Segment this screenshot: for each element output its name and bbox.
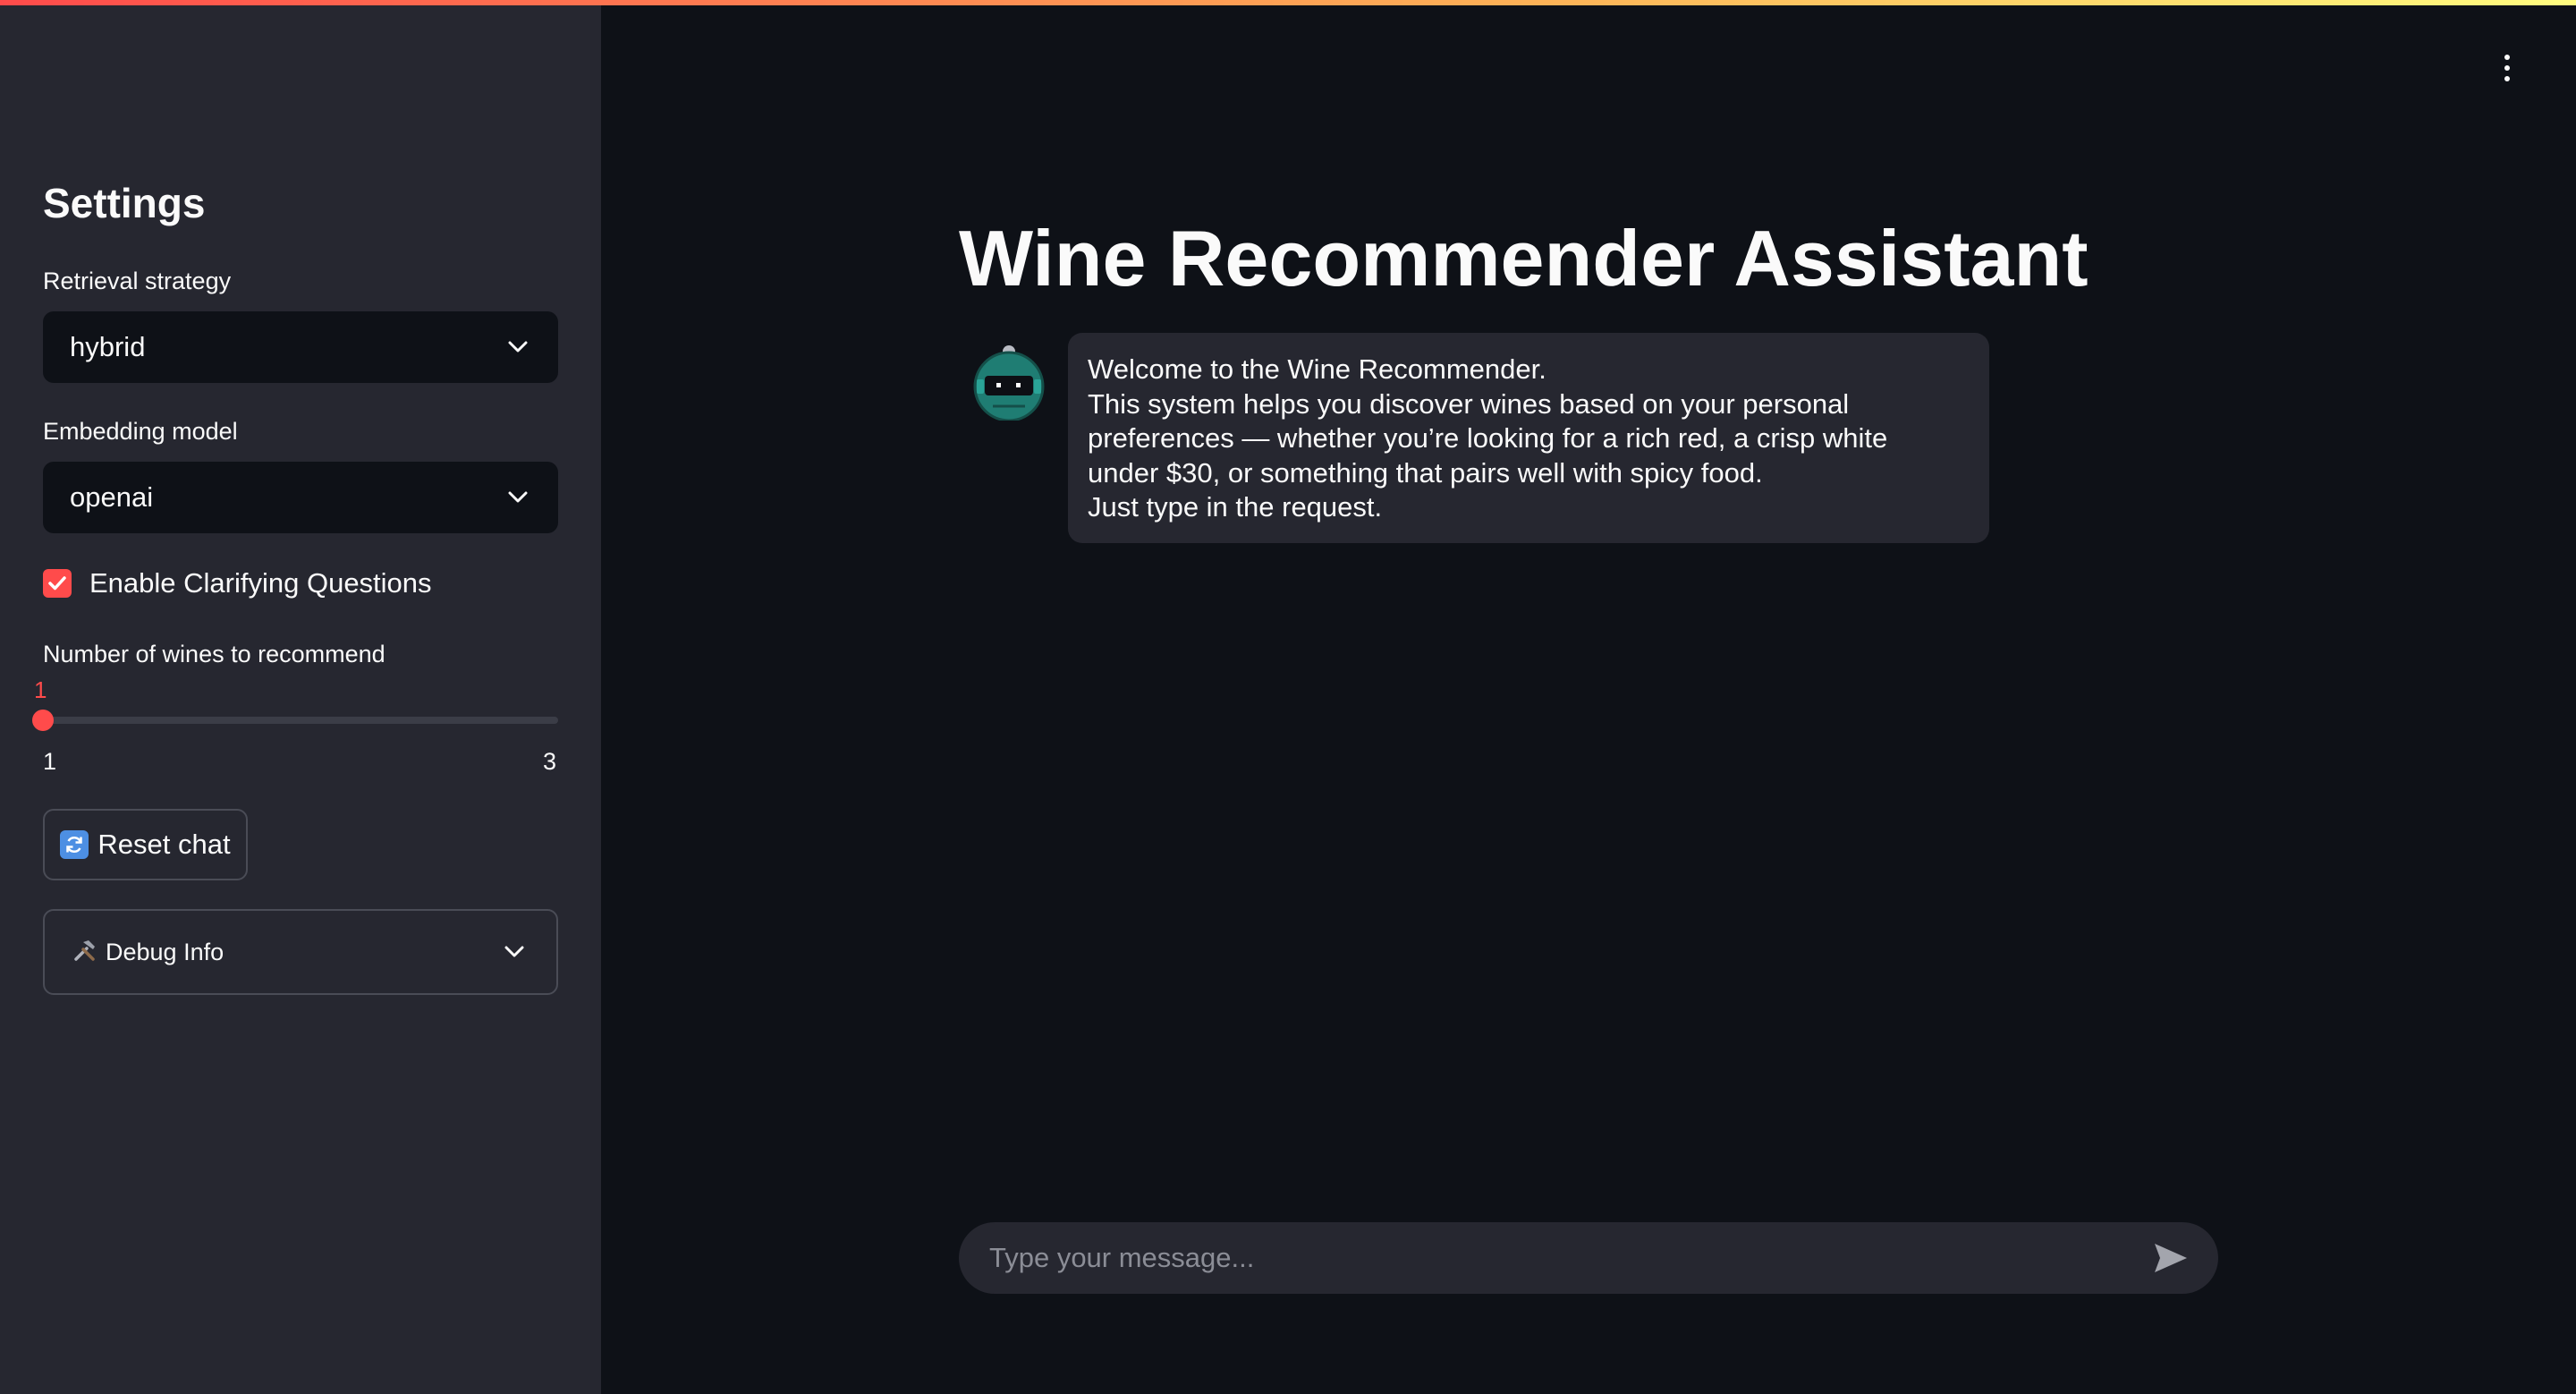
more-vertical-icon — [2504, 55, 2510, 60]
welcome-line: Just type in the request. — [1088, 491, 1383, 523]
embedding-model-label: Embedding model — [43, 418, 238, 445]
slider-current-value: 1 — [34, 676, 47, 703]
debug-info-expander[interactable]: Debug Info — [43, 909, 558, 995]
debug-info-label: Debug Info — [106, 938, 225, 965]
wine-count-label: Number of wines to recommend — [43, 641, 386, 667]
embedding-model-value: openai — [70, 481, 154, 513]
clarifying-questions-checkbox[interactable] — [43, 569, 72, 598]
top-decoration-bar — [0, 0, 2576, 5]
welcome-line: Welcome to the Wine Recommender. — [1088, 353, 1546, 385]
sidebar-title: Settings — [43, 180, 206, 226]
reset-chat-button[interactable]: Reset chat — [43, 809, 248, 880]
check-icon — [48, 576, 66, 591]
slider-max-label: 3 — [543, 748, 557, 775]
chevron-down-icon — [501, 939, 528, 965]
embedding-model-select[interactable]: openai — [43, 462, 558, 533]
clarifying-questions-toggle[interactable]: Enable Clarifying Questions — [43, 565, 432, 601]
main-menu-button[interactable] — [2494, 50, 2521, 86]
wine-count-slider-thumb[interactable] — [32, 710, 54, 731]
tools-icon — [72, 937, 98, 968]
reset-chat-label: Reset chat — [97, 829, 231, 860]
assistant-welcome-message: Welcome to the Wine Recommender. This sy… — [1068, 333, 1989, 543]
chat-message-input[interactable] — [989, 1242, 2098, 1274]
slider-min-label: 1 — [43, 748, 57, 775]
robot-avatar-icon — [973, 344, 1045, 422]
send-icon[interactable] — [2152, 1239, 2190, 1277]
chevron-down-icon — [504, 484, 531, 511]
retrieval-strategy-label: Retrieval strategy — [43, 268, 232, 294]
sidebar: Settings Retrieval strategy hybrid Embed… — [0, 0, 601, 1394]
page-title: Wine Recommender Assistant — [959, 214, 2089, 302]
retrieval-strategy-value: hybrid — [70, 331, 146, 362]
refresh-icon — [60, 830, 89, 859]
welcome-line: preferences — whether you’re looking for… — [1088, 422, 1888, 454]
wine-count-slider-track[interactable] — [43, 717, 558, 724]
retrieval-strategy-select[interactable]: hybrid — [43, 311, 558, 383]
chat-input-bar — [959, 1222, 2218, 1294]
chevron-down-icon — [504, 334, 531, 361]
clarifying-questions-label: Enable Clarifying Questions — [89, 567, 432, 599]
welcome-line: under $30, or something that pairs well … — [1088, 456, 1763, 489]
welcome-line: This system helps you discover wines bas… — [1088, 387, 1850, 420]
